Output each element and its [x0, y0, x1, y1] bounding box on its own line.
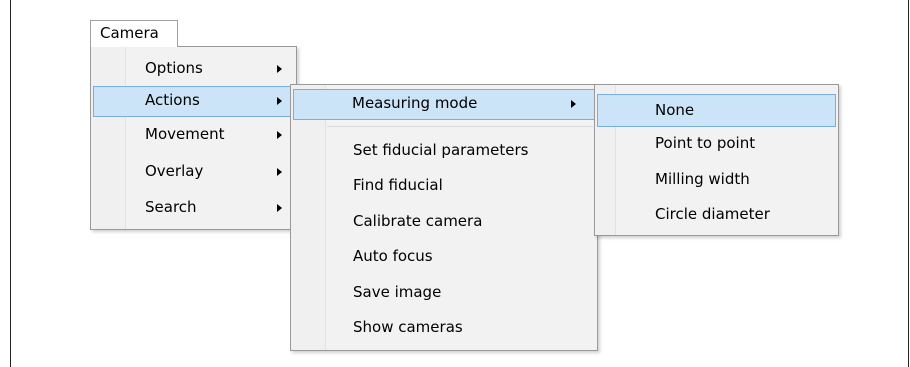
- menu-separator: [327, 126, 593, 127]
- menu-item-label: Options: [145, 59, 203, 77]
- menu-item-set-fiducial-parameters[interactable]: Set fiducial parameters: [293, 136, 595, 167]
- menu-item-auto-focus[interactable]: Auto focus: [293, 242, 595, 273]
- menu-item-label: Auto focus: [353, 247, 433, 265]
- actions-submenu: Measuring mode Set fiducial parameters F…: [290, 84, 598, 351]
- menu-item-point-to-point[interactable]: Point to point: [597, 129, 836, 160]
- menu-item-circle-diameter[interactable]: Circle diameter: [597, 200, 836, 231]
- menubar-camera-label: Camera: [100, 24, 159, 42]
- menu-item-label: None: [655, 101, 695, 119]
- measuring-mode-submenu: None Point to point Milling width Circle…: [594, 84, 839, 236]
- menu-item-measuring-mode[interactable]: Measuring mode: [293, 89, 595, 120]
- camera-menu: Options Actions Movement Overlay Search: [90, 46, 297, 230]
- menu-item-save-image[interactable]: Save image: [293, 278, 595, 309]
- cropped-caption: [11, 0, 908, 6]
- menu-item-label: Set fiducial parameters: [353, 141, 529, 159]
- menu-item-label: Search: [145, 198, 197, 216]
- menu-item-label: Show cameras: [353, 318, 463, 336]
- submenu-arrow-icon: [277, 131, 282, 139]
- submenu-arrow-icon: [277, 65, 282, 73]
- menu-item-label: Overlay: [145, 162, 204, 180]
- menubar-camera[interactable]: Camera: [90, 20, 178, 47]
- menu-item-label: Point to point: [655, 134, 756, 152]
- menu-item-label: Actions: [145, 91, 200, 109]
- menu-item-label: Movement: [145, 125, 225, 143]
- menu-item-overlay[interactable]: Overlay: [93, 157, 294, 188]
- menu-item-find-fiducial[interactable]: Find fiducial: [293, 171, 595, 202]
- menu-item-show-cameras[interactable]: Show cameras: [293, 313, 595, 344]
- menu-item-label: Find fiducial: [353, 176, 443, 194]
- menu-item-movement[interactable]: Movement: [93, 120, 294, 151]
- submenu-arrow-icon: [277, 168, 282, 176]
- submenu-arrow-icon: [277, 204, 282, 212]
- menu-item-label: Milling width: [655, 170, 750, 188]
- menu-item-none[interactable]: None: [597, 94, 836, 127]
- menu-item-search[interactable]: Search: [93, 193, 294, 224]
- menu-item-milling-width[interactable]: Milling width: [597, 165, 836, 196]
- submenu-arrow-icon: [277, 97, 282, 105]
- menu-item-actions[interactable]: Actions: [93, 86, 294, 117]
- menu-item-calibrate-camera[interactable]: Calibrate camera: [293, 207, 595, 238]
- menu-item-options[interactable]: Options: [93, 54, 294, 85]
- menu-item-label: Circle diameter: [655, 205, 770, 223]
- menu-item-label: Save image: [353, 283, 442, 301]
- submenu-arrow-icon: [571, 100, 576, 108]
- menu-item-label: Calibrate camera: [353, 212, 483, 230]
- menu-item-label: Measuring mode: [352, 94, 478, 112]
